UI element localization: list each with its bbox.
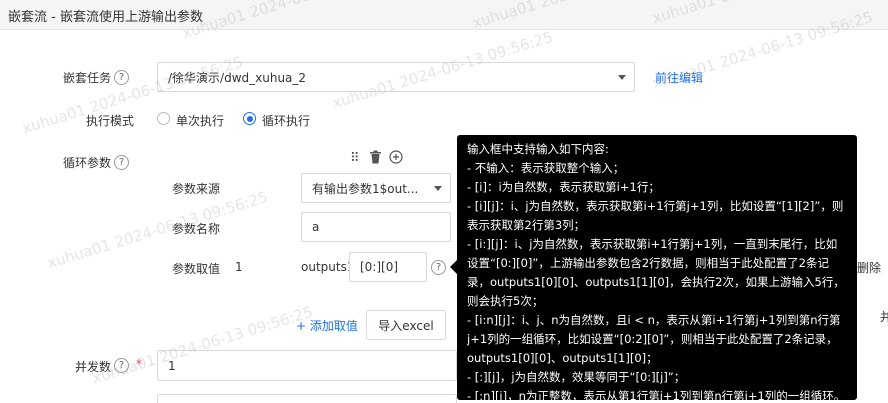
param-source-select[interactable]: 有输出参数1$out...	[301, 173, 451, 203]
import-excel-button[interactable]: 导入excel	[366, 310, 446, 340]
concurrency-help-icon[interactable]: ?	[114, 358, 129, 373]
cutoff-right-text: 并	[880, 310, 888, 324]
tooltip-line: - [i:n][j]：i、j、n为自然数，且i < n，表示从第i+1行第j+1…	[467, 313, 841, 365]
param-source-label: 参数来源	[172, 182, 221, 196]
window-title-bar: 嵌套流 - 嵌套流使用上游输出参数	[0, 0, 888, 30]
radio-single-exec-label: 单次执行	[176, 114, 225, 128]
tooltip-line: 输入框中支持输入如下内容:	[467, 142, 609, 156]
goto-edit-link[interactable]: 前往编辑	[655, 69, 703, 86]
concurrency-input[interactable]: 1	[157, 350, 457, 381]
radio-loop-exec[interactable]	[243, 112, 256, 125]
tooltip-line: - [i][j]：i、j为自然数，表示获取第i+1行第j+1列，比如设置“[1]…	[467, 199, 844, 232]
tooltip-line: - 不输入：表示获取整个输入；	[467, 161, 625, 175]
delete-icon[interactable]	[369, 150, 382, 167]
loop-params-help-icon[interactable]: ?	[114, 155, 129, 170]
nest-task-select[interactable]: /徐华演示/dwd_xuhua_2	[157, 62, 635, 92]
window-title: 嵌套流 - 嵌套流使用上游输出参数	[8, 10, 203, 25]
param-value-input-value: [0:][0]	[360, 260, 399, 274]
tooltip-line: - [i:][j]：i、j为自然数，表示获取第i+1行第j+1列，一直到末尾行，…	[467, 237, 845, 308]
tooltip-line: - [i]：i为自然数，表示获取第i+1行；	[467, 180, 660, 194]
param-value-prefix: outputs1	[301, 260, 355, 274]
nest-task-select-value: /徐华演示/dwd_xuhua_2	[168, 70, 307, 85]
chevron-down-icon	[618, 75, 626, 80]
next-field-input[interactable]	[157, 394, 457, 403]
chevron-down-icon	[434, 186, 442, 191]
param-value-index: 1	[235, 260, 243, 274]
loop-params-label: 循环参数	[63, 156, 112, 170]
tooltip-line: - [:n][j]，n为正整数，表示从第1行第j+1列到第n行第j+1列的一组循…	[467, 389, 846, 403]
delete-value-link[interactable]: 删除	[857, 259, 881, 276]
add-value-button[interactable]: + 添加取值	[296, 317, 358, 334]
param-source-value: 有输出参数1$out...	[312, 181, 419, 196]
exec-mode-label: 执行模式	[86, 114, 135, 128]
concurrency-input-value: 1	[168, 358, 176, 373]
nest-task-help-icon[interactable]: ?	[114, 70, 129, 85]
radio-loop-exec-label: 循环执行	[262, 114, 311, 128]
param-value-label: 参数取值	[172, 262, 221, 276]
param-name-input-value: a	[312, 220, 320, 234]
param-name-input[interactable]: a	[301, 212, 451, 242]
param-value-help-icon[interactable]: ?	[431, 260, 446, 275]
param-value-tooltip: 输入框中支持输入如下内容: - 不输入：表示获取整个输入； - [i]：i为自然…	[450, 135, 857, 403]
add-circle-icon[interactable]	[389, 150, 403, 167]
param-value-input[interactable]: [0:][0]	[349, 252, 427, 282]
concurrency-label: 并发数	[75, 360, 112, 374]
drag-handle-icon[interactable]: ⠿	[350, 151, 359, 166]
nest-task-label: 嵌套任务	[63, 71, 112, 85]
param-name-label: 参数名称	[172, 222, 221, 236]
tooltip-line: - [:][j]，j为自然数，效果等同于“[0:][j]”；	[467, 370, 686, 384]
required-mark: *	[136, 357, 142, 371]
radio-single-exec[interactable]	[157, 112, 170, 125]
